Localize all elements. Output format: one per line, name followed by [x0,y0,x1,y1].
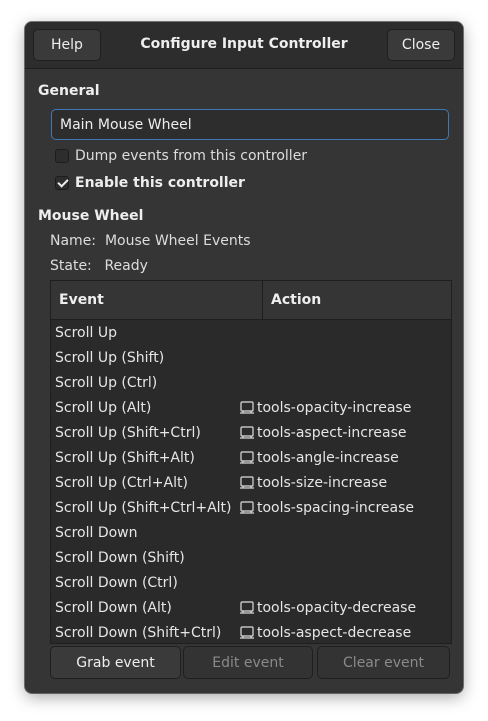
tool-icon [240,400,254,414]
device-state-key: State: [50,258,92,274]
action-cell: tools-opacity-decrease [239,600,416,616]
event-cell: Scroll Up (Shift+Ctrl) [55,424,201,441]
action-cell: tools-aspect-decrease [239,625,411,641]
mouse-wheel-section-label: Mouse Wheel [38,208,144,224]
event-cell: Scroll Up (Shift) [55,349,165,366]
tool-icon [240,450,254,464]
controller-name-input[interactable]: Main Mouse Wheel [51,109,449,140]
action-cell: tools-spacing-increase [239,500,414,516]
event-cell: Scroll Down (Shift+Ctrl) [55,624,222,641]
action-cell: tools-size-increase [239,475,387,491]
controller-name-value: Main Mouse Wheel [60,116,192,133]
action-label: tools-size-increase [257,474,388,491]
table-row[interactable]: Scroll Down (Ctrl) [51,570,451,595]
tool-icon [240,600,254,614]
action-label: tools-opacity-decrease [257,599,417,616]
table-row[interactable]: Scroll Up (Ctrl+Alt) tools-size-increase [51,470,451,495]
action-cell: tools-opacity-increase [239,400,411,416]
configure-input-controller-dialog: Help Configure Input Controller Close Ge… [25,22,463,693]
clear-event-button[interactable]: Clear event [317,646,450,679]
action-cell: tools-aspect-increase [239,425,406,441]
dialog-header-bar: Help Configure Input Controller Close [25,22,463,69]
table-row[interactable]: Scroll Up [51,320,451,345]
table-row[interactable]: Scroll Down (Shift+Ctrl) tools-aspect-dec… [51,620,451,643]
tool-icon [240,500,254,514]
column-header-action[interactable]: Action [271,281,321,319]
column-header-event[interactable]: Event [59,281,104,319]
dump-events-checkbox[interactable] [55,149,69,163]
event-cell: Scroll Up (Ctrl+Alt) [55,474,188,491]
enable-controller-checkbox-row[interactable]: Enable this controller [55,175,245,191]
event-cell: Scroll Down [55,524,138,541]
table-row[interactable]: Scroll Down (Shift) [51,545,451,570]
event-cell: Scroll Down (Shift) [55,549,185,566]
action-label: tools-aspect-increase [257,424,407,441]
device-state-row: State: Ready [50,258,148,274]
table-row[interactable]: Scroll Up (Ctrl) [51,370,451,395]
device-name-key: Name: [50,233,97,249]
dump-events-checkbox-row[interactable]: Dump events from this controller [55,148,307,164]
action-label: tools-spacing-increase [257,499,415,516]
tool-icon [240,625,254,639]
table-row[interactable]: Scroll Up (Alt) tools-opacity-increase [51,395,451,420]
table-header: Event Action [51,281,451,320]
event-action-table[interactable]: Event Action Scroll Up Scroll Up (Shift) S… [50,280,452,644]
column-divider [262,281,263,319]
device-name-row: Name: Mouse Wheel Events [50,233,251,249]
general-section-label: General [38,83,100,99]
event-cell: Scroll Up (Ctrl) [55,374,158,391]
table-row[interactable]: Scroll Up (Shift+Alt) tools-angle-increas… [51,445,451,470]
edit-event-button[interactable]: Edit event [183,646,313,679]
action-cell: tools-angle-increase [239,450,399,466]
table-row[interactable]: Scroll Up (Shift+Ctrl) tools-aspect-incre… [51,420,451,445]
table-row[interactable]: Scroll Up (Shift+Ctrl+Alt) tools-spacing-… [51,495,451,520]
action-label: tools-opacity-increase [257,399,412,416]
action-label: tools-aspect-decrease [257,624,412,641]
table-row[interactable]: Scroll Up (Shift) [51,345,451,370]
enable-controller-checkbox[interactable] [55,176,69,190]
event-cell: Scroll Down (Alt) [55,599,172,616]
table-row[interactable]: Scroll Down [51,520,451,545]
grab-event-button[interactable]: Grab event [50,646,181,679]
enable-controller-label: Enable this controller [75,175,245,191]
event-cell: Scroll Up (Shift+Alt) [55,449,195,466]
action-label: tools-angle-increase [257,449,399,466]
tool-icon [240,425,254,439]
tool-icon [240,475,254,489]
event-cell: Scroll Up (Shift+Ctrl+Alt) [55,499,232,516]
device-name-value: Mouse Wheel Events [104,233,251,249]
event-cell: Scroll Up (Alt) [55,399,152,416]
device-state-value: Ready [104,258,148,274]
close-button[interactable]: Close [387,29,455,61]
event-cell: Scroll Up [55,324,117,341]
table-row[interactable]: Scroll Down (Alt) tools-opacity-decrease [51,595,451,620]
event-cell: Scroll Down (Ctrl) [55,574,178,591]
dump-events-label: Dump events from this controller [75,148,308,164]
